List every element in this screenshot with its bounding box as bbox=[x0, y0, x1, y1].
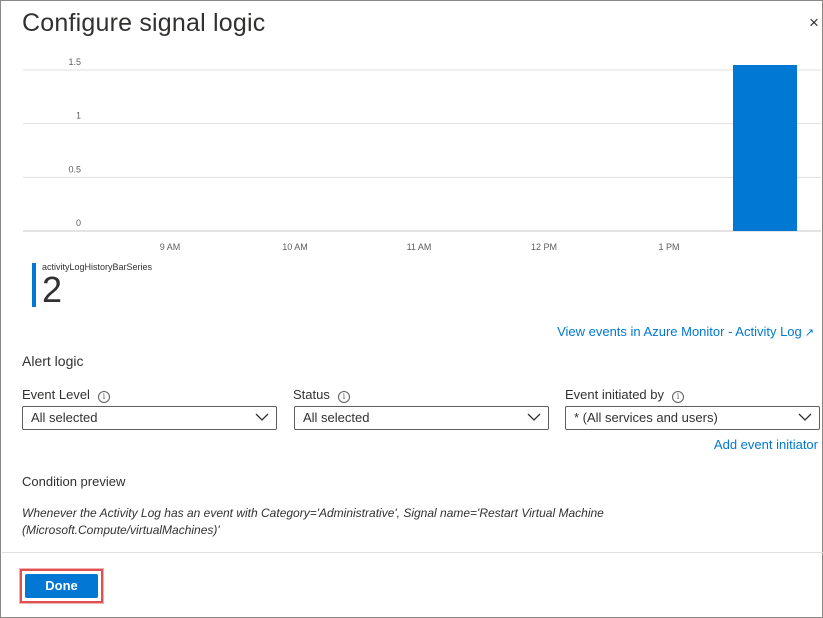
event-initiated-by-label-text: Event initiated by bbox=[565, 387, 665, 402]
configure-signal-logic-panel: Configure signal logic × 0 0.5 1 1.5 9 AM 10 … bbox=[0, 0, 823, 618]
event-initiated-by-value: * (All services and users) bbox=[574, 410, 718, 425]
legend-value: 2 bbox=[42, 269, 63, 310]
x-tick-label: 12 PM bbox=[531, 242, 557, 252]
panel-title: Configure signal logic bbox=[22, 9, 266, 37]
close-icon[interactable]: × bbox=[809, 13, 819, 33]
info-icon[interactable]: i bbox=[337, 391, 350, 403]
event-initiated-by-dropdown[interactable]: * (All services and users) bbox=[565, 406, 820, 430]
status-label-text: Status bbox=[293, 387, 330, 402]
chevron-down-icon bbox=[527, 413, 541, 421]
status-value: All selected bbox=[303, 410, 370, 425]
event-initiated-by-label: Event initiated by i bbox=[565, 387, 685, 403]
chart-svg: 0 0.5 1 1.5 9 AM 10 AM 11 AM 12 PM 1 PM bbox=[23, 57, 821, 252]
event-level-value: All selected bbox=[31, 410, 98, 425]
view-events-link[interactable]: View events in Azure Monitor - Activity … bbox=[557, 324, 814, 339]
chart-legend: activityLogHistoryBarSeries 2 bbox=[32, 262, 152, 310]
add-event-initiator-link[interactable]: Add event initiator bbox=[714, 437, 818, 452]
x-tick-label: 1 PM bbox=[658, 242, 679, 252]
chart-bar[interactable] bbox=[733, 65, 797, 231]
info-icon[interactable]: i bbox=[672, 391, 685, 403]
event-level-label-text: Event Level bbox=[22, 387, 90, 402]
y-tick-label: 1.5 bbox=[68, 57, 81, 67]
footer-divider bbox=[2, 552, 823, 553]
done-button[interactable]: Done bbox=[25, 574, 98, 598]
condition-preview-heading: Condition preview bbox=[22, 474, 126, 489]
x-tick-label: 9 AM bbox=[160, 242, 181, 252]
x-tick-label: 11 AM bbox=[407, 242, 432, 252]
external-link-icon: ↗ bbox=[804, 327, 814, 339]
view-events-label: View events in Azure Monitor - Activity … bbox=[557, 324, 802, 339]
status-label: Status i bbox=[293, 387, 350, 403]
y-tick-label: 0.5 bbox=[68, 164, 81, 174]
chevron-down-icon bbox=[798, 413, 812, 421]
event-level-dropdown[interactable]: All selected bbox=[22, 406, 277, 430]
chevron-down-icon bbox=[255, 413, 269, 421]
event-level-label: Event Level i bbox=[22, 387, 110, 403]
y-tick-label: 1 bbox=[76, 111, 81, 121]
y-tick-label: 0 bbox=[76, 218, 81, 228]
done-button-highlight: Done bbox=[20, 569, 103, 603]
info-icon[interactable]: i bbox=[97, 391, 110, 403]
activity-log-chart: 0 0.5 1 1.5 9 AM 10 AM 11 AM 12 PM 1 PM bbox=[1, 57, 823, 257]
alert-logic-heading: Alert logic bbox=[22, 353, 84, 369]
status-dropdown[interactable]: All selected bbox=[294, 406, 549, 430]
condition-preview-text: Whenever the Activity Log has an event w… bbox=[22, 506, 604, 537]
x-tick-label: 10 AM bbox=[282, 242, 308, 252]
